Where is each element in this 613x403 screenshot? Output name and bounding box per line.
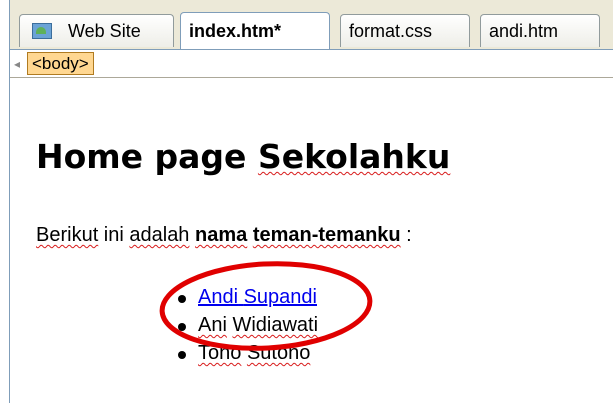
tab-label: Web Site <box>68 20 141 41</box>
friend-last-name: Sutono <box>246 342 311 364</box>
tab-web-site[interactable]: Web Site <box>19 14 174 47</box>
intro-bold-word: teman-temanku <box>252 224 401 246</box>
intro-paragraph: Berikut ini adalah nama teman-temanku : <box>36 224 412 247</box>
friend-last-name: Supandi <box>243 286 317 308</box>
quick-tag-selector: ◂ <body> <box>10 49 613 78</box>
friend-link[interactable]: Andi Supandi <box>198 286 317 308</box>
tab-label: andi.htm <box>489 20 559 41</box>
intro-colon: : <box>400 224 412 246</box>
intro-word: adalah <box>129 224 190 246</box>
tab-index-htm[interactable]: index.htm* <box>180 12 330 49</box>
list-item: Andi Supandi <box>178 283 318 311</box>
heading-text: Home page <box>36 137 258 176</box>
intro-word: Berikut <box>36 224 99 246</box>
intro-word: ini <box>98 224 130 246</box>
tab-andi-htm[interactable]: andi.htm <box>480 14 600 47</box>
heading-text-misspelled: Sekolahku <box>257 137 451 176</box>
intro-bold-word: nama <box>195 224 248 246</box>
friends-list: Andi Supandi Ani Widiawati Tono Sutono <box>178 283 318 367</box>
friend-first-name: Ani <box>198 314 227 336</box>
list-item: Tono Sutono <box>178 339 318 367</box>
scroll-left-icon[interactable]: ◂ <box>10 56 24 72</box>
body-tag-button[interactable]: <body> <box>27 52 94 75</box>
tab-label: format.css <box>349 20 433 41</box>
friend-first-name: Andi <box>198 286 239 308</box>
editor-window: Web Site index.htm* format.css andi.htm … <box>9 0 613 403</box>
friend-first-name: Tono <box>198 342 242 364</box>
list-item: Ani Widiawati <box>178 311 318 339</box>
friend-last-name: Widiawati <box>232 314 319 336</box>
website-icon <box>32 23 52 39</box>
tab-label: index.htm* <box>189 20 282 41</box>
page-heading: Home page Sekolahku <box>36 137 450 176</box>
tab-format-css[interactable]: format.css <box>340 14 470 47</box>
